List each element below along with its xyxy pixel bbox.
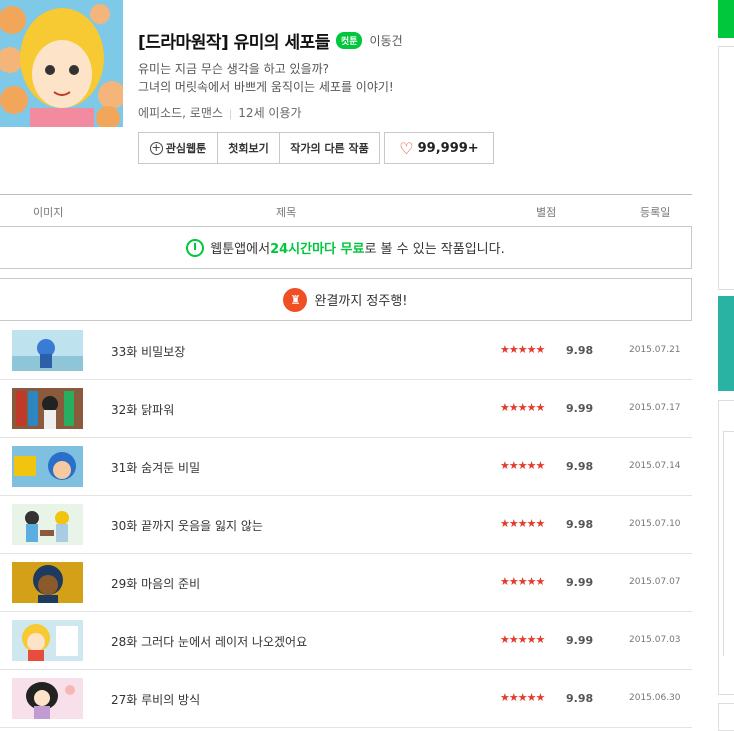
genre-label: 에피소드, 로맨스 bbox=[138, 106, 223, 120]
clock-icon bbox=[186, 238, 205, 257]
column-title: 제목 bbox=[276, 206, 297, 219]
episode-score: 9.98 bbox=[566, 692, 594, 705]
first-episode-button[interactable]: 첫회보기 bbox=[218, 132, 280, 164]
episode-thumbnail[interactable] bbox=[12, 504, 83, 545]
action-buttons: + 관심웹툰 첫회보기 작가의 다른 작품 bbox=[138, 132, 380, 164]
episode-score: 9.98 bbox=[566, 460, 594, 473]
webtoon-description: 유미는 지금 무슨 생각을 하고 있을까? 그녀의 머릿속에서 바쁘게 움직이는… bbox=[138, 60, 394, 96]
episode-score: 9.99 bbox=[566, 576, 594, 589]
star-rating-icon: ★★★★★ bbox=[500, 401, 545, 414]
column-date: 등록일 bbox=[640, 206, 671, 219]
episode-thumbnail[interactable] bbox=[12, 620, 83, 661]
episode-row[interactable]: 28화 그러다 눈에서 레이저 나오겠어요 ★★★★★ 9.99 2015.07… bbox=[0, 612, 692, 670]
notice-highlight: 24시간마다 무료 bbox=[270, 242, 365, 257]
episode-date: 2015.07.10 bbox=[629, 519, 681, 529]
favorite-label: 관심웹툰 bbox=[165, 142, 207, 155]
heart-icon: ♡ bbox=[399, 138, 414, 158]
episode-score: 9.98 bbox=[566, 518, 594, 531]
description-line: 그녀의 머릿속에서 바쁘게 움직이는 세포를 이야기! bbox=[138, 80, 394, 94]
column-image: 이미지 bbox=[33, 206, 64, 219]
webtoon-meta: 에피소드, 로맨스 | 12세 이용가 bbox=[138, 104, 302, 121]
star-rating-icon: ★★★★★ bbox=[500, 517, 545, 530]
side-banner[interactable] bbox=[718, 296, 734, 391]
age-rating: 12세 이용가 bbox=[238, 106, 302, 120]
notice-suffix: 로 볼 수 있는 작품입니다. bbox=[364, 242, 505, 257]
episode-score: 9.99 bbox=[566, 402, 594, 415]
episode-title[interactable]: 29화 마음의 준비 bbox=[111, 575, 200, 592]
episode-row[interactable]: 33화 비밀보장 ★★★★★ 9.98 2015.07.21 bbox=[0, 322, 692, 380]
side-login-button[interactable] bbox=[718, 0, 734, 38]
episode-thumbnail[interactable] bbox=[12, 562, 83, 603]
episode-thumbnail[interactable] bbox=[12, 678, 83, 719]
episode-row[interactable]: 30화 끝까지 웃음을 잃지 않는 ★★★★★ 9.98 2015.07.10 bbox=[0, 496, 692, 554]
episode-title[interactable]: 27화 루비의 방식 bbox=[111, 691, 200, 708]
episode-date: 2015.07.03 bbox=[629, 635, 681, 645]
episode-score: 9.99 bbox=[566, 634, 594, 647]
description-line: 유미는 지금 무슨 생각을 하고 있을까? bbox=[138, 62, 330, 76]
episode-date: 2015.06.30 bbox=[629, 693, 681, 703]
episode-title[interactable]: 30화 끝까지 웃음을 잃지 않는 bbox=[111, 517, 263, 534]
column-rating: 별점 bbox=[536, 206, 557, 219]
side-panel bbox=[718, 46, 734, 290]
episode-title[interactable]: 28화 그러다 눈에서 레이저 나오겠어요 bbox=[111, 633, 307, 650]
side-ranking-panel bbox=[718, 400, 734, 695]
episode-table-header: 이미지 제목 별점 등록일 bbox=[0, 194, 692, 226]
episode-list: 33화 비밀보장 ★★★★★ 9.98 2015.07.21 32화 닭파워 ★… bbox=[0, 322, 692, 728]
meta-divider: | bbox=[228, 109, 233, 120]
like-count: 99,999+ bbox=[417, 140, 479, 156]
episode-thumbnail[interactable] bbox=[12, 388, 83, 429]
episode-row[interactable]: 31화 숨겨둔 비밀 ★★★★★ 9.98 2015.07.14 bbox=[0, 438, 692, 496]
star-rating-icon: ★★★★★ bbox=[500, 633, 545, 646]
star-rating-icon: ★★★★★ bbox=[500, 691, 545, 704]
notice-prefix: 웹툰앱에서 bbox=[210, 242, 271, 257]
cuttoon-badge: 컷툰 bbox=[335, 32, 363, 49]
episode-thumbnail[interactable] bbox=[12, 446, 83, 487]
side-panel-bottom bbox=[718, 703, 734, 731]
author-name[interactable]: 이동건 bbox=[369, 32, 402, 49]
episode-title[interactable]: 33화 비밀보장 bbox=[111, 343, 185, 360]
star-rating-icon: ★★★★★ bbox=[500, 575, 545, 588]
episode-date: 2015.07.21 bbox=[629, 345, 681, 355]
episode-date: 2015.07.17 bbox=[629, 403, 681, 413]
complete-binge-banner[interactable]: ♜ 완결까지 정주행! bbox=[0, 278, 692, 321]
other-works-label: 작가의 다른 작품 bbox=[290, 142, 369, 155]
free-notice-banner[interactable]: 웹툰앱에서 24시간마다 무료 로 볼 수 있는 작품입니다. bbox=[0, 226, 692, 269]
episode-thumbnail[interactable] bbox=[12, 330, 83, 371]
episode-row[interactable]: 27화 루비의 방식 ★★★★★ 9.98 2015.06.30 bbox=[0, 670, 692, 728]
like-button[interactable]: ♡ 99,999+ bbox=[384, 132, 494, 164]
star-rating-icon: ★★★★★ bbox=[500, 459, 545, 472]
episode-date: 2015.07.07 bbox=[629, 577, 681, 587]
first-episode-label: 첫회보기 bbox=[228, 142, 269, 155]
star-rating-icon: ★★★★★ bbox=[500, 343, 545, 356]
complete-text: 완결까지 정주행! bbox=[314, 294, 408, 309]
other-works-button[interactable]: 작가의 다른 작품 bbox=[280, 132, 380, 164]
favorite-button[interactable]: + 관심웹툰 bbox=[138, 132, 218, 164]
episode-score: 9.98 bbox=[566, 344, 594, 357]
webtoon-title: [드라마원작] 유미의 세포들 bbox=[138, 33, 330, 53]
episode-title[interactable]: 31화 숨겨둔 비밀 bbox=[111, 459, 200, 476]
episode-title[interactable]: 32화 닭파워 bbox=[111, 401, 174, 418]
webtoon-cover-image bbox=[0, 0, 123, 127]
side-panel-inner bbox=[723, 431, 734, 656]
castle-icon: ♜ bbox=[283, 287, 308, 312]
episode-date: 2015.07.14 bbox=[629, 461, 681, 471]
episode-row[interactable]: 29화 마음의 준비 ★★★★★ 9.99 2015.07.07 bbox=[0, 554, 692, 612]
episode-row[interactable]: 32화 닭파워 ★★★★★ 9.99 2015.07.17 bbox=[0, 380, 692, 438]
plus-icon: + bbox=[149, 140, 163, 155]
